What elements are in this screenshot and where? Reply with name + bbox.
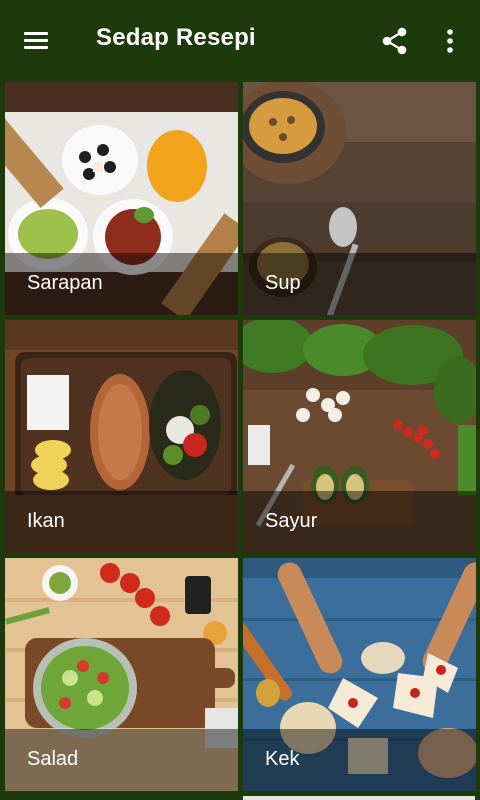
category-grid: Sarapan Sup Ikan Sayur Salad Kek <box>0 82 480 800</box>
category-tile-kek[interactable]: Kek <box>243 558 476 791</box>
category-tile-sayur[interactable]: Sayur <box>243 320 476 553</box>
category-label: Kek <box>265 748 300 770</box>
category-label: Sarapan <box>27 272 103 294</box>
category-tile-ikan[interactable]: Ikan <box>5 320 238 553</box>
app-title: Sedap Resepi <box>96 24 256 51</box>
category-tile-sarapan[interactable]: Sarapan <box>5 82 238 315</box>
category-label: Ikan <box>27 510 65 532</box>
next-tile-peek <box>243 796 475 800</box>
category-tile-sup[interactable]: Sup <box>243 82 476 315</box>
app-bar: Sedap Resepi <box>0 0 480 82</box>
category-label: Sup <box>265 272 301 294</box>
category-label: Sayur <box>265 510 318 532</box>
share-icon[interactable] <box>380 26 410 56</box>
category-label: Salad <box>27 748 79 770</box>
more-vertical-icon[interactable] <box>440 26 460 56</box>
category-tile-salad[interactable]: Salad <box>5 558 238 791</box>
hamburger-menu-icon[interactable] <box>22 28 52 52</box>
